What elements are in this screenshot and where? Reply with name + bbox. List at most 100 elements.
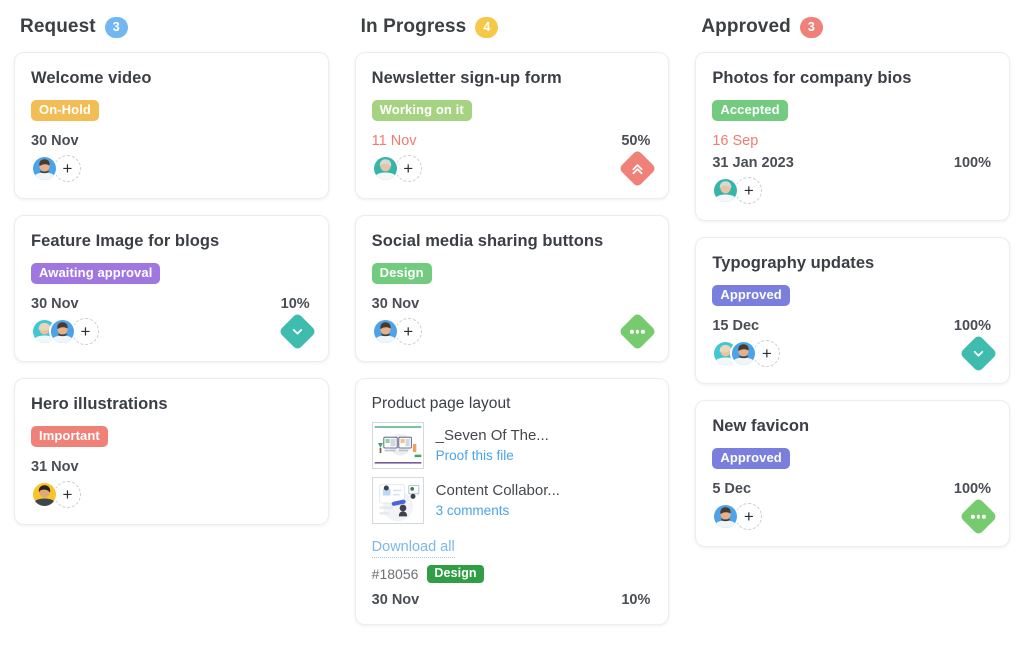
avatar-group [712,503,739,530]
assignee-row: + [372,155,651,182]
tag-badge[interactable]: Design [427,565,483,584]
status-badge[interactable]: On-Hold [31,100,99,121]
attachment-item[interactable]: _Seven Of The... Proof this file [372,422,651,469]
add-assignee-button[interactable]: + [735,503,762,530]
dots-glyph [971,515,986,519]
attachment-thumbnail-screens-illustration[interactable] [372,422,424,469]
progress-percent: 100% [954,318,991,334]
due-date: 30 Nov [372,296,420,312]
meta-row: 30 Nov [31,133,310,149]
add-assignee-button[interactable]: + [395,155,422,182]
meta-row: 15 Dec 100% [712,318,991,334]
status-badge[interactable]: Approved [712,285,789,306]
add-assignee-button[interactable]: + [753,340,780,367]
task-card-newsletter-sign-up-form[interactable]: Newsletter sign-up form Working on it 11… [355,52,670,199]
avatar[interactable] [712,503,739,530]
column-count-badge: 4 [475,17,498,38]
column-in-progress: In Progress 4 Newsletter sign-up form Wo… [355,10,670,655]
attachment-name: Content Collabor... [436,482,560,499]
download-all-link[interactable]: Download all [372,538,455,558]
progress-percent: 100% [954,481,991,497]
column-title: Request [20,16,96,38]
task-card-product-page-layout[interactable]: Product page layout [355,378,670,625]
avatar[interactable] [31,481,58,508]
task-card-new-favicon[interactable]: New favicon Approved 5 Dec 100% + [695,400,1010,547]
column-title: In Progress [361,16,467,38]
status-badge[interactable]: Approved [712,448,789,469]
assignee-row: + [31,481,310,508]
due-date: 31 Jan 2023 [712,155,793,171]
task-card-hero-illustrations[interactable]: Hero illustrations Important 31 Nov + [14,378,329,525]
card-title: New favicon [712,417,991,437]
comments-link[interactable]: 3 comments [436,503,560,519]
avatar-group [372,155,399,182]
due-date: 30 Nov [372,592,420,608]
status-row: Awaiting approval [31,263,310,284]
meta-row: 11 Nov 50% [372,133,651,149]
card-list-in-progress: Newsletter sign-up form Working on it 11… [355,52,670,625]
attachment-meta: _Seven Of The... Proof this file [436,427,549,463]
kanban-board: Request 3 Welcome video On-Hold 30 Nov [0,0,1024,655]
add-assignee-button[interactable]: + [54,155,81,182]
add-assignee-button[interactable]: + [72,318,99,345]
meta-row-secondary: 16 Sep [712,133,991,149]
card-title: Hero illustrations [31,395,310,415]
avatar[interactable] [372,318,399,345]
avatar-group [372,318,399,345]
status-badge[interactable]: Important [31,426,108,447]
progress-percent: 100% [954,155,991,171]
due-date: 30 Nov [31,133,79,149]
assignee-row: + [712,177,991,204]
status-row: Approved [712,448,991,469]
attachment-meta: Content Collabor... 3 comments [436,482,560,518]
column-header-approved: Approved 3 [695,10,1010,52]
task-card-social-media-sharing-buttons[interactable]: Social media sharing buttons Design 30 N… [355,215,670,362]
status-badge[interactable]: Accepted [712,100,787,121]
progress-percent: 10% [281,296,310,312]
status-badge[interactable]: Design [372,263,432,284]
due-date: 30 Nov [31,296,79,312]
attachment-thumbnail-people-illustration[interactable] [372,477,424,524]
attachment-name: _Seven Of The... [436,427,549,444]
card-list-approved: Photos for company bios Accepted 16 Sep … [695,52,1010,547]
status-badge[interactable]: Working on it [372,100,472,121]
due-date: 5 Dec [712,481,751,497]
start-date: 16 Sep [712,133,758,149]
avatar[interactable] [31,155,58,182]
avatar[interactable] [730,340,757,367]
add-assignee-button[interactable]: + [735,177,762,204]
status-row: On-Hold [31,100,310,121]
task-card-feature-image-for-blogs[interactable]: Feature Image for blogs Awaiting approva… [14,215,329,362]
assignee-row: + [31,318,310,345]
meta-row: 31 Nov [31,459,310,475]
add-assignee-button[interactable]: + [395,318,422,345]
due-date: 15 Dec [712,318,759,334]
card-title: Newsletter sign-up form [372,69,651,89]
task-card-welcome-video[interactable]: Welcome video On-Hold 30 Nov + [14,52,329,199]
card-title: Feature Image for blogs [31,232,310,252]
task-card-typography-updates[interactable]: Typography updates Approved 15 Dec 100% [695,237,1010,384]
proof-this-file-link[interactable]: Proof this file [436,448,549,464]
assignee-row: + [372,318,651,345]
due-date: 11 Nov [372,133,417,149]
due-date: 31 Nov [31,459,79,475]
ticket-id: #18056 [372,566,419,582]
attachment-item[interactable]: Content Collabor... 3 comments [372,477,651,524]
assignee-row: + [712,503,991,530]
meta-row: 5 Dec 100% [712,481,991,497]
meta-row: 30 Nov 10% [372,592,651,608]
add-assignee-button[interactable]: + [54,481,81,508]
status-badge[interactable]: Awaiting approval [31,263,160,284]
meta-row: 30 Nov 10% [31,296,310,312]
assignee-row: + [712,340,991,367]
column-title: Approved [701,16,790,38]
avatar[interactable] [372,155,399,182]
progress-percent: 50% [621,133,650,149]
avatar-group [31,318,76,345]
avatar[interactable] [49,318,76,345]
task-card-photos-for-company-bios[interactable]: Photos for company bios Accepted 16 Sep … [695,52,1010,221]
avatar[interactable] [712,177,739,204]
avatar-group [31,155,58,182]
progress-percent: 10% [621,592,650,608]
column-request: Request 3 Welcome video On-Hold 30 Nov [14,10,329,655]
